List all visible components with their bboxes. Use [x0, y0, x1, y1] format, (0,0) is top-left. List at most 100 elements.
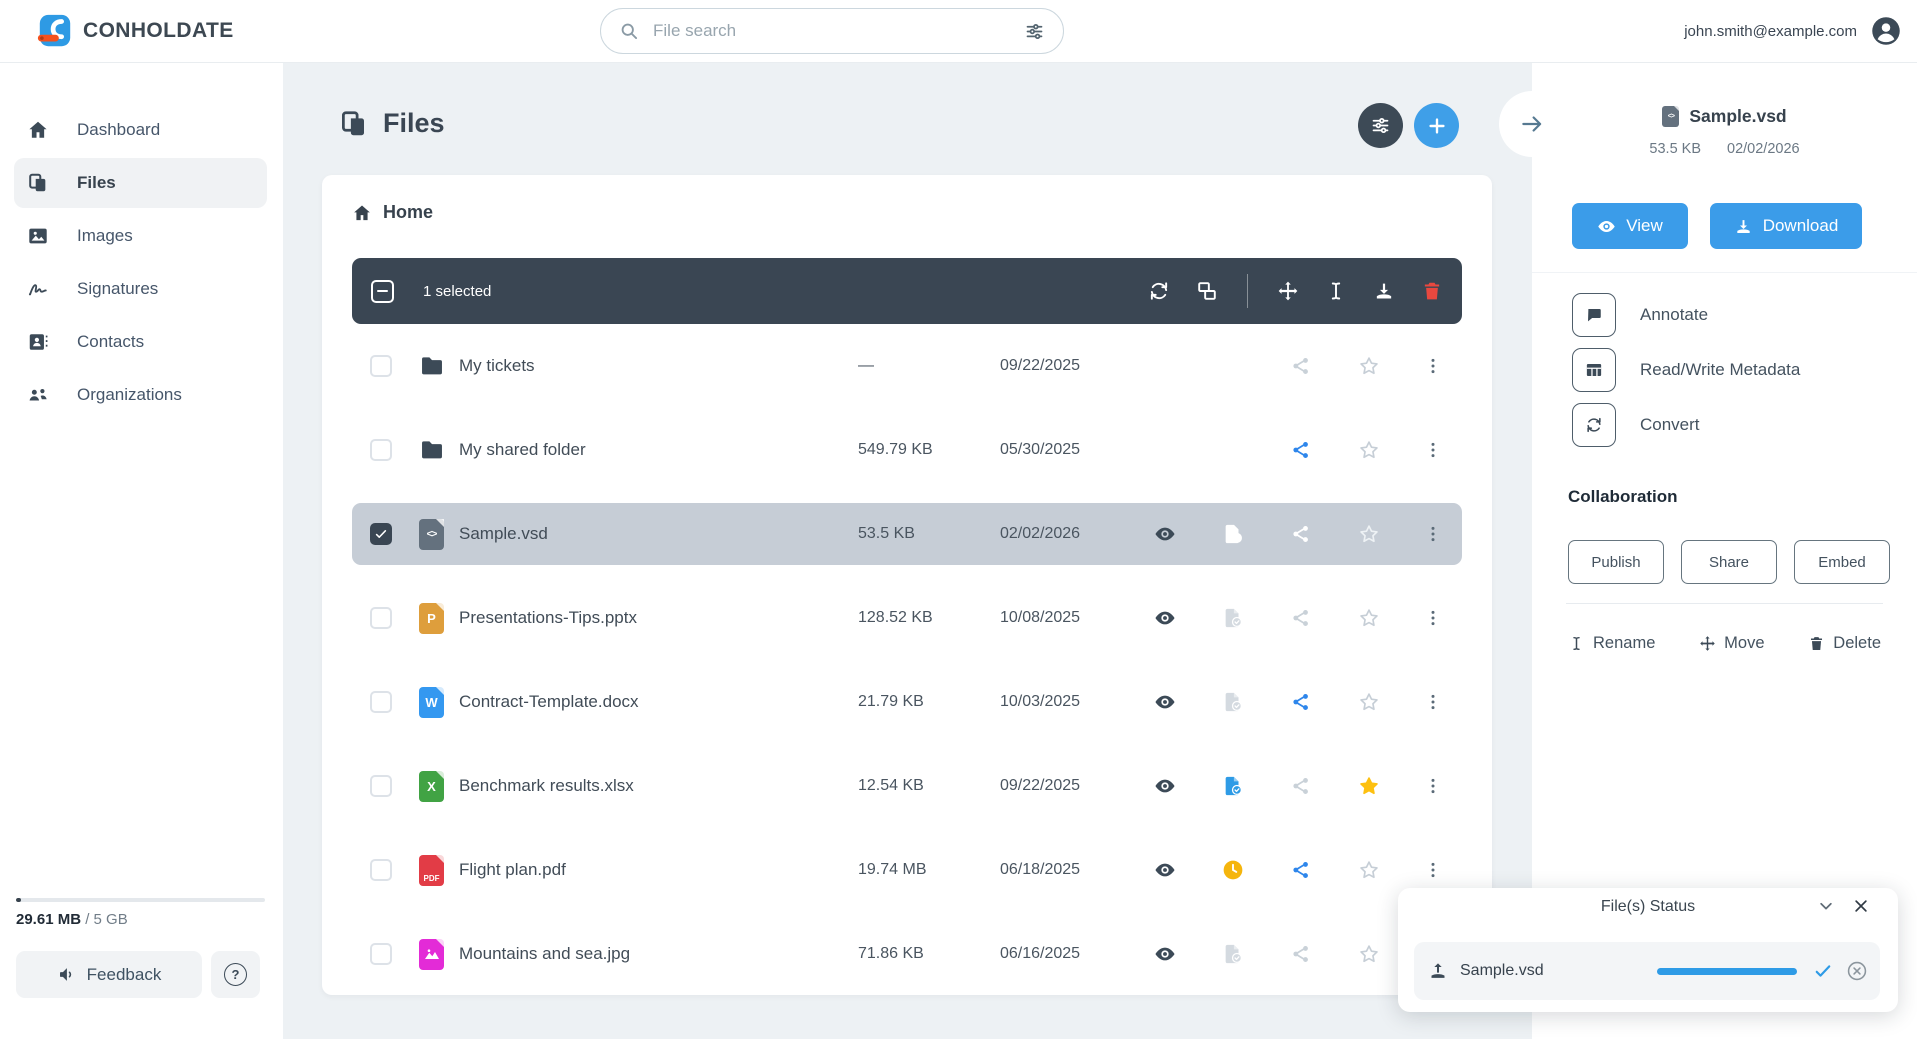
collapse-panel-arrow-icon[interactable] [1519, 111, 1545, 137]
more-actions-button[interactable] [1423, 356, 1443, 376]
convert-button[interactable] [1148, 280, 1170, 302]
delete-button[interactable] [1421, 280, 1443, 302]
row-checkbox[interactable] [370, 607, 392, 629]
preview-button[interactable] [1154, 607, 1176, 629]
file-name[interactable]: My shared folder [459, 440, 858, 460]
preview-button[interactable] [1154, 691, 1176, 713]
file-status-icon[interactable] [1222, 523, 1244, 545]
file-name[interactable]: My tickets [459, 356, 858, 376]
more-actions-button[interactable] [1423, 692, 1443, 712]
row-checkbox[interactable] [370, 439, 392, 461]
sidebar-item-images[interactable]: Images [14, 211, 267, 261]
share-button[interactable]: Share [1681, 540, 1777, 584]
feedback-button[interactable]: Feedback [16, 951, 202, 998]
row-checkbox[interactable] [370, 355, 392, 377]
chevron-down-icon[interactable] [1817, 897, 1835, 915]
processing-status-icon[interactable] [1222, 859, 1244, 881]
read-write-metadata-action[interactable]: Read/Write Metadata [1572, 348, 1800, 392]
share-button[interactable] [1291, 440, 1311, 460]
sidebar-item-files[interactable]: Files [14, 158, 267, 208]
select-all-checkbox[interactable] [371, 279, 394, 303]
share-button[interactable] [1291, 692, 1311, 712]
view-button[interactable]: View [1572, 203, 1688, 249]
share-button[interactable] [1291, 356, 1311, 376]
sidebar-item-organizations[interactable]: Organizations [14, 370, 267, 420]
search-input[interactable] [651, 20, 1012, 42]
favorite-button[interactable] [1358, 439, 1380, 461]
file-name[interactable]: Mountains and sea.jpg [459, 944, 858, 964]
dismiss-upload-icon[interactable] [1846, 960, 1868, 982]
share-icon [1291, 692, 1311, 712]
row-checkbox[interactable] [370, 523, 392, 545]
preview-button[interactable] [1154, 943, 1176, 965]
file-name[interactable]: Contract-Template.docx [459, 692, 858, 712]
view-settings-button[interactable] [1358, 103, 1403, 148]
brand[interactable]: CONHOLDATE [36, 0, 234, 62]
sidebar-item-dashboard[interactable]: Dashboard [14, 105, 267, 155]
favorite-button[interactable] [1358, 775, 1380, 797]
row-checkbox[interactable] [370, 691, 392, 713]
favorite-button[interactable] [1358, 859, 1380, 881]
user-avatar[interactable] [1871, 16, 1901, 46]
file-row[interactable]: W Contract-Template.docx 21.79 KB 10/03/202… [352, 660, 1462, 744]
file-row[interactable]: P Presentations-Tips.pptx 128.52 KB 10/08/2… [352, 576, 1462, 660]
more-actions-button[interactable] [1423, 860, 1443, 880]
share-button[interactable] [1291, 776, 1311, 796]
file-row[interactable]: My shared folder 549.79 KB 05/30/2025 [352, 408, 1462, 492]
download-button[interactable]: Download [1710, 203, 1862, 249]
favorite-button[interactable] [1358, 943, 1380, 965]
more-actions-button[interactable] [1423, 524, 1443, 544]
move-button[interactable] [1277, 280, 1299, 302]
file-name[interactable]: Sample.vsd [459, 524, 858, 544]
embed-button[interactable]: Embed [1794, 540, 1890, 584]
favorite-button[interactable] [1358, 523, 1380, 545]
file-status-icon[interactable] [1222, 943, 1244, 965]
close-icon[interactable] [1852, 897, 1870, 915]
download-button[interactable] [1373, 280, 1395, 302]
favorite-button[interactable] [1358, 355, 1380, 377]
preview-button[interactable] [1154, 523, 1176, 545]
add-file-button[interactable] [1414, 103, 1459, 148]
move-button[interactable]: Move [1699, 634, 1765, 653]
delete-button[interactable]: Delete [1808, 634, 1881, 653]
file-status-icon[interactable] [1222, 691, 1244, 713]
file-status-icon[interactable] [1222, 775, 1244, 797]
row-checkbox[interactable] [370, 775, 392, 797]
file-name[interactable]: Presentations-Tips.pptx [459, 608, 858, 628]
favorite-button[interactable] [1358, 691, 1380, 713]
row-checkbox[interactable] [370, 859, 392, 881]
favorite-button[interactable] [1358, 607, 1380, 629]
preview-button[interactable] [1154, 775, 1176, 797]
share-button[interactable] [1291, 944, 1311, 964]
sidebar-item-signatures[interactable]: Signatures [14, 264, 267, 314]
file-row[interactable]: PDF Flight plan.pdf 19.74 MB 06/18/2025 [352, 828, 1462, 912]
row-checkbox[interactable] [370, 943, 392, 965]
search-filter-icon[interactable] [1024, 21, 1045, 42]
help-button[interactable]: ? [211, 951, 260, 998]
combine-button[interactable] [1196, 280, 1218, 302]
annotate-action[interactable]: Annotate [1572, 293, 1800, 337]
breadcrumb[interactable]: Home [352, 202, 433, 223]
more-actions-button[interactable] [1423, 440, 1443, 460]
preview-button[interactable] [1154, 859, 1176, 881]
publish-button[interactable]: Publish [1568, 540, 1664, 584]
share-button[interactable] [1291, 860, 1311, 880]
more-actions-button[interactable] [1423, 608, 1443, 628]
processing-status-icon-cell [1199, 859, 1267, 881]
file-row[interactable]: <> Sample.vsd 53.5 KB 02/02/2026 [352, 503, 1462, 565]
file-row[interactable]: My tickets — 09/22/2025 [352, 324, 1462, 408]
share-button[interactable] [1291, 608, 1311, 628]
file-row[interactable]: Mountains and sea.jpg 71.86 KB 06/16/2025 [352, 912, 1462, 995]
star-icon [1358, 439, 1380, 461]
more-actions-button[interactable] [1423, 776, 1443, 796]
rename-button[interactable]: Rename [1568, 634, 1655, 653]
file-status-icon[interactable] [1222, 607, 1244, 629]
convert-action[interactable]: Convert [1572, 403, 1800, 447]
file-name[interactable]: Benchmark results.xlsx [459, 776, 858, 796]
file-name[interactable]: Flight plan.pdf [459, 860, 858, 880]
action-label: Convert [1640, 415, 1700, 434]
rename-button[interactable] [1325, 280, 1347, 302]
sidebar-item-contacts[interactable]: Contacts [14, 317, 267, 367]
file-row[interactable]: X Benchmark results.xlsx 12.54 KB 09/22/202… [352, 744, 1462, 828]
share-button[interactable] [1291, 524, 1311, 544]
